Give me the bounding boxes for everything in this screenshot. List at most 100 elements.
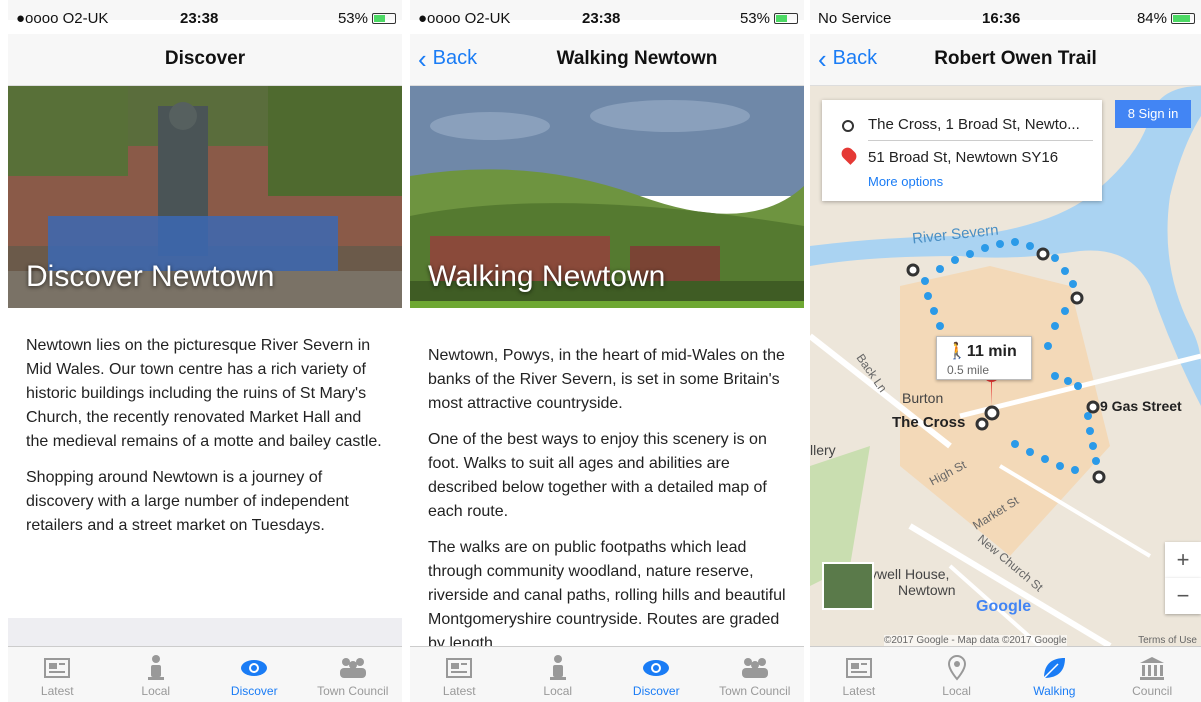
eye-icon (241, 660, 268, 676)
hero-image: Discover Newtown (8, 86, 402, 308)
person-icon (147, 655, 164, 680)
zoom-out-button[interactable]: − (1165, 578, 1201, 614)
battery-percent: 53% (739, 10, 770, 27)
tab-latest[interactable]: Latest (8, 647, 107, 702)
origin-icon (842, 120, 854, 132)
google-plus-icon: 8 (1127, 106, 1139, 121)
battery-percent: 84% (1136, 10, 1167, 27)
battery-icon (1171, 13, 1195, 24)
gas-street-label: 9 Gas Street (1100, 398, 1182, 414)
hero-caption: Discover Newtown (26, 260, 275, 293)
destination-field[interactable]: 51 Broad St, Newtown SY16 (868, 149, 1058, 166)
directions-box: The Cross, 1 Broad St, Newto... 51 Broad… (822, 100, 1102, 201)
nav-bar: ‹ Back Robert Owen Trail (810, 34, 1201, 86)
nav-bar: ‹ Back Walking Newtown (410, 34, 804, 86)
clock: 23:38 (582, 10, 621, 27)
tab-bar: Latest Local Discover Town Council (8, 646, 402, 702)
tab-discover[interactable]: Discover (205, 647, 304, 702)
tab-label: Local (141, 684, 171, 698)
chevron-left-icon: ‹ (818, 43, 827, 74)
tab-latest[interactable]: Latest (810, 647, 908, 702)
tab-town-council[interactable]: Town Council (304, 647, 403, 702)
page-title: Discover (164, 48, 246, 69)
clock: 16:36 (982, 10, 1021, 27)
chevron-left-icon: ‹ (418, 43, 427, 74)
group-icon (339, 658, 366, 678)
hero-image: Walking Newtown (410, 86, 804, 308)
tab-town-council[interactable]: Town Council (706, 647, 805, 702)
tab-label: Latest (442, 684, 476, 698)
more-options-link[interactable]: More options (868, 174, 943, 189)
route-info-bubble[interactable]: 🚶11 min 0.5 mile (936, 336, 1032, 380)
back-button[interactable]: ‹ Back (418, 43, 477, 74)
newspaper-icon (44, 658, 71, 678)
route-map[interactable]: The Cross, 1 Broad St, Newto... 51 Broad… (810, 86, 1201, 646)
status-bar: No Service 16:36 84% (810, 0, 1201, 27)
tab-label: Council (1132, 684, 1173, 698)
tab-local[interactable]: Local (509, 647, 608, 702)
intro-text: Newtown, Powys, in the heart of mid-Wale… (428, 344, 786, 646)
tab-local[interactable]: Local (107, 647, 206, 702)
tab-label: Discover (632, 684, 680, 698)
tab-bar: Latest Local Walking Council (810, 646, 1201, 702)
carrier-text: ●oooo O2-UK (418, 10, 511, 27)
sign-in-button[interactable]: 8 Sign in (1115, 100, 1191, 128)
paragraph: The walks are on public footpaths which … (428, 539, 786, 646)
footer-strip (8, 618, 402, 646)
tab-label: Walking (1033, 684, 1076, 698)
paragraph: Newtown, Powys, in the heart of mid-Wale… (428, 347, 785, 412)
page-title: Walking Newtown (556, 48, 718, 69)
person-icon (549, 655, 566, 680)
tab-discover[interactable]: Discover (607, 647, 706, 702)
tab-label: Discover (230, 684, 278, 698)
battery-icon (774, 13, 798, 24)
status-bar: ●oooo O2-UK 23:38 53% (8, 0, 402, 27)
zoom-in-button[interactable]: + (1165, 542, 1201, 578)
robert-owen-trail-screen: No Service 16:36 84% ‹ Back Robert Owen T… (810, 0, 1201, 702)
tab-label: Local (543, 684, 573, 698)
battery-level (1173, 15, 1190, 22)
destination-icon (839, 145, 859, 165)
status-bar: ●oooo O2-UK 23:38 53% (410, 0, 804, 27)
duration: 11 min (966, 343, 1017, 360)
battery-level (374, 15, 385, 22)
building-icon (1140, 657, 1165, 680)
tab-local[interactable]: Local (908, 647, 1006, 702)
paragraph: Shopping around Newtown is a journey of … (26, 469, 349, 534)
the-cross-label: The Cross (892, 414, 966, 431)
ywell-house-label: ywell House, (870, 566, 950, 582)
newspaper-icon (845, 658, 872, 678)
terms-link[interactable]: Terms of Use (1138, 635, 1197, 646)
page-title: Robert Owen Trail (934, 48, 1097, 69)
hero-caption: Walking Newtown (428, 260, 666, 293)
paragraph: Newtown lies on the picturesque River Se… (26, 337, 382, 450)
tab-council[interactable]: Council (1103, 647, 1201, 702)
carrier-text: No Service (818, 10, 892, 27)
walking-newtown-screen: ●oooo O2-UK 23:38 53% ‹ Back Walking Newt… (410, 0, 804, 702)
tab-label: Town Council (317, 684, 389, 698)
leaf-icon (1043, 658, 1066, 679)
clock: 23:38 (180, 10, 219, 27)
satellite-toggle[interactable] (822, 562, 874, 610)
battery-icon (372, 13, 396, 24)
newspaper-icon (446, 658, 473, 678)
battery-percent: 53% (337, 10, 368, 27)
pin-icon (947, 655, 966, 681)
burton-label: Burton (902, 390, 944, 406)
tab-latest[interactable]: Latest (410, 647, 509, 702)
eye-icon (643, 660, 670, 676)
walking-icon: 🚶 (947, 343, 967, 360)
newtown-label: Newtown (898, 582, 956, 598)
gallery-label: llery (810, 442, 836, 458)
group-icon (741, 658, 768, 678)
paragraph: One of the best ways to enjoy this scene… (428, 431, 767, 520)
battery-level (776, 15, 787, 22)
map-copyright: ©2017 Google - Map data ©2017 Google (884, 635, 1067, 646)
carrier-text: ●oooo O2-UK (16, 10, 109, 27)
nav-bar: Discover (8, 34, 402, 86)
origin-field[interactable]: The Cross, 1 Broad St, Newto... (868, 116, 1093, 133)
sign-in-label: Sign in (1138, 106, 1179, 121)
tab-label: Latest (40, 684, 74, 698)
tab-label: Town Council (719, 684, 791, 698)
tab-walking[interactable]: Walking (1006, 647, 1104, 702)
